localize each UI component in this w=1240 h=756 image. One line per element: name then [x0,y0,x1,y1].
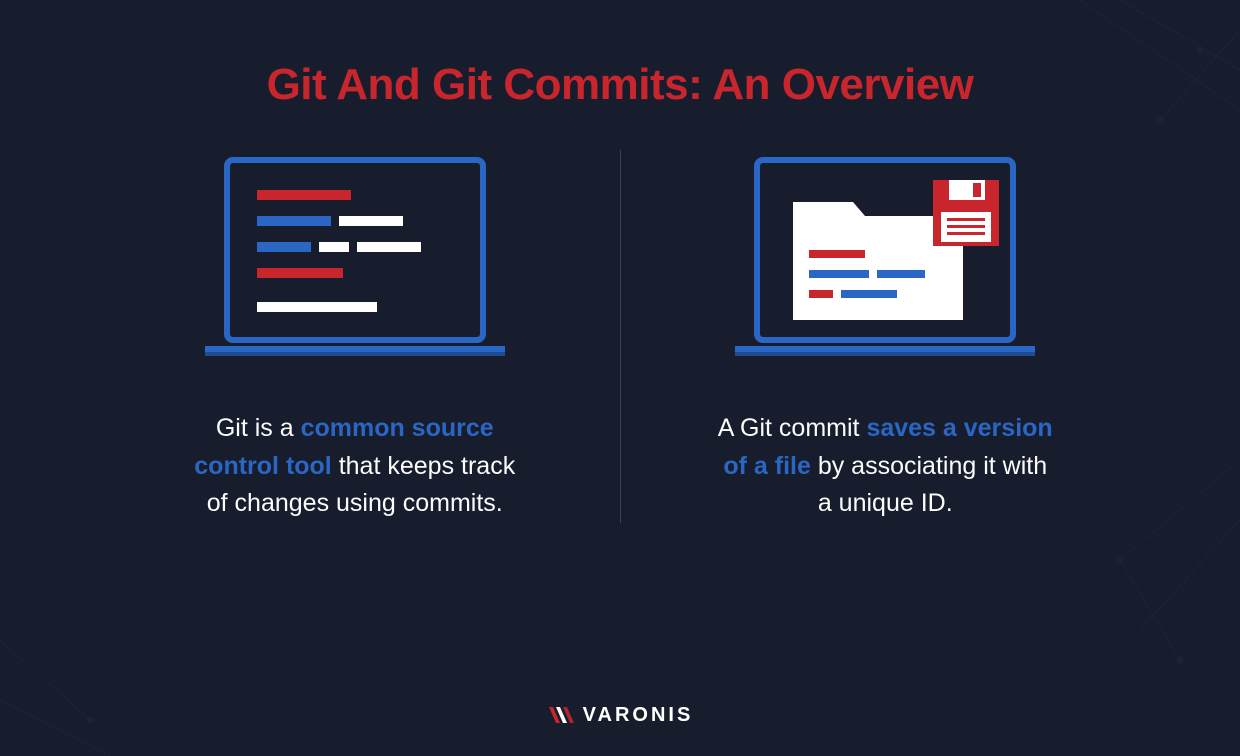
brand-logo: VARONIS [547,704,694,727]
page-title: Git And Git Commits: An Overview [0,0,1240,110]
left-pre: Git is a [216,414,301,442]
footer: VARONIS [0,704,1240,731]
left-description: Git is a common source control tool that… [185,410,525,523]
laptop-save-file-icon [715,150,1055,380]
right-description: A Git commit saves a version of a file b… [715,410,1055,523]
column-divider [620,150,621,523]
columns: Git is a common source control tool that… [0,150,1240,523]
laptop-code-icon [185,150,525,380]
right-column: A Git commit saves a version of a file b… [631,150,1141,523]
left-column: Git is a common source control tool that… [100,150,610,523]
right-post: by associating it with a unique ID. [811,452,1047,518]
right-pre: A Git commit [718,414,867,442]
brand-mark-icon [547,705,575,725]
brand-text: VARONIS [583,704,694,727]
